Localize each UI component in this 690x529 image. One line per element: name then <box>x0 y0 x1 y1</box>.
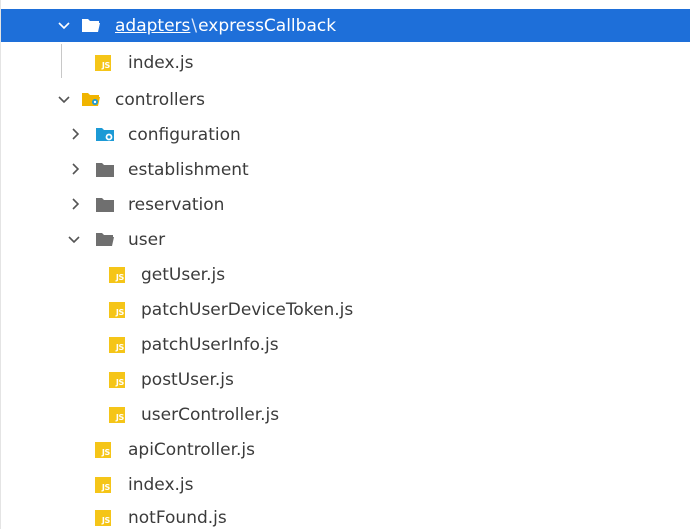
row-label-adapters: adapters\expressCallback <box>115 16 336 36</box>
row-label: notFound.js <box>128 507 227 528</box>
folder-config-icon <box>95 126 117 143</box>
folder-open-icon <box>95 231 115 247</box>
folder-icon <box>95 162 115 178</box>
js-file-icon: JS <box>95 55 111 71</box>
tree-row-file[interactable]: JS userController.js <box>1 397 690 432</box>
file-explorer-tree: adapters\expressCallback JS index.js con… <box>0 0 690 529</box>
row-label: postUser.js <box>141 369 234 390</box>
row-label: index.js <box>128 52 194 73</box>
js-file-icon: JS <box>109 302 125 318</box>
chevron-right-icon[interactable] <box>69 127 83 141</box>
row-label: patchUserDeviceToken.js <box>141 299 354 320</box>
js-file-icon: JS <box>95 477 111 493</box>
folder-icon <box>95 197 115 213</box>
tree-row-file[interactable]: JS index.js <box>1 467 690 502</box>
folder-name-adapters[interactable]: adapters <box>115 16 190 36</box>
tree-row-file[interactable]: JS apiController.js <box>1 432 690 467</box>
folder-open-icon <box>81 17 101 33</box>
row-label: userController.js <box>141 404 280 425</box>
row-label: reservation <box>128 194 225 215</box>
row-label: controllers <box>115 89 205 110</box>
chevron-right-icon[interactable] <box>69 197 83 211</box>
row-label: apiController.js <box>128 439 255 460</box>
tree-row-file[interactable]: JS postUser.js <box>1 362 690 397</box>
tree-row-file[interactable]: JS index.js <box>1 45 690 80</box>
chevron-right-icon[interactable] <box>69 162 83 176</box>
row-label: getUser.js <box>141 264 226 285</box>
tree-row-folder-configuration[interactable]: configuration <box>1 117 690 152</box>
js-file-icon: JS <box>109 267 125 283</box>
tree-row-folder-establishment[interactable]: establishment <box>1 152 690 187</box>
path-separator: \ <box>191 15 198 36</box>
tree-row-file[interactable]: JS patchUserInfo.js <box>1 327 690 362</box>
row-label: index.js <box>128 474 194 495</box>
tree-row-file[interactable]: JS getUser.js <box>1 257 690 292</box>
js-file-icon: JS <box>109 372 125 388</box>
js-file-icon: JS <box>95 510 111 526</box>
folder-name-expresscallback[interactable]: expressCallback <box>198 16 336 36</box>
js-file-icon: JS <box>95 442 111 458</box>
row-label: patchUserInfo.js <box>141 334 279 355</box>
chevron-down-icon[interactable] <box>67 233 81 247</box>
row-label: user <box>128 229 166 250</box>
chevron-down-icon[interactable] <box>57 93 71 107</box>
row-label: establishment <box>128 159 249 180</box>
js-file-icon: JS <box>109 407 125 423</box>
tree-row-adapters-expresscallback[interactable]: adapters\expressCallback <box>1 9 690 42</box>
tree-row-file[interactable]: JS patchUserDeviceToken.js <box>1 292 690 327</box>
chevron-down-icon[interactable] <box>57 19 71 33</box>
tree-row-folder-reservation[interactable]: reservation <box>1 187 690 222</box>
row-label: configuration <box>128 124 241 145</box>
folder-controller-icon <box>81 91 103 108</box>
tree-row-folder-user[interactable]: user <box>1 222 690 257</box>
js-file-icon: JS <box>109 337 125 353</box>
tree-row-file[interactable]: JS notFound.js <box>1 500 690 529</box>
tree-row-folder-controllers[interactable]: controllers <box>1 82 690 117</box>
